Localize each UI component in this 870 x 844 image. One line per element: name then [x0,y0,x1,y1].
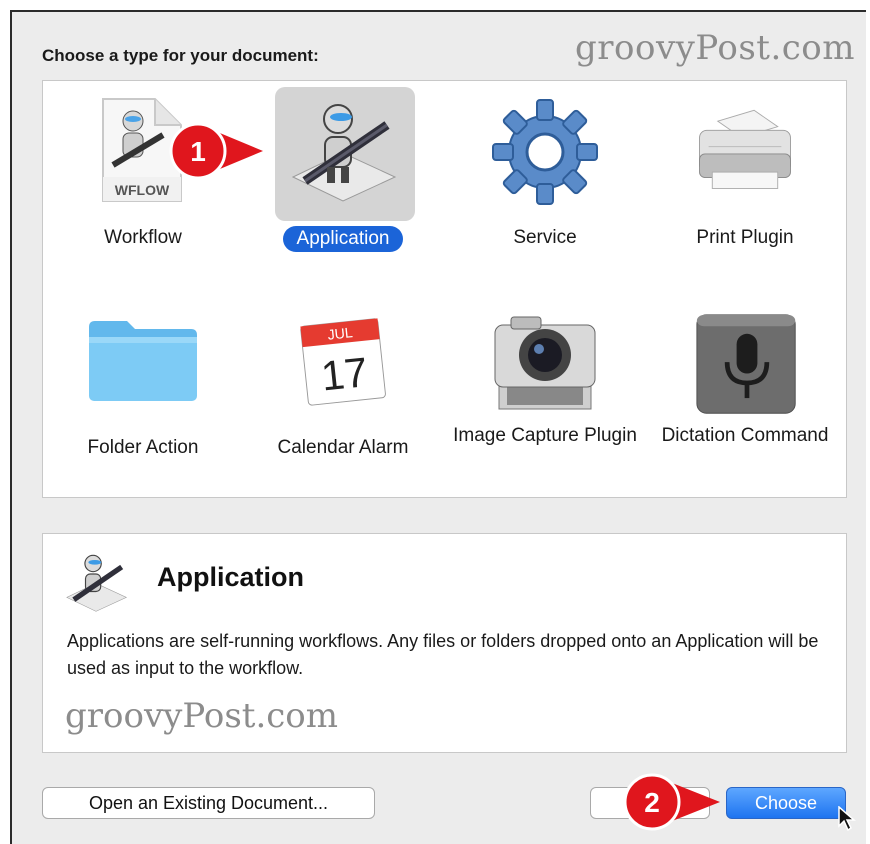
type-service[interactable]: Service [445,81,645,281]
svg-text:1: 1 [190,136,206,167]
folder-icon [89,321,197,401]
printer-icon [699,109,791,189]
callout-2: 2 [623,773,720,831]
mouse-cursor-icon [838,806,856,832]
watermark-bottom: groovyPost.com [65,696,339,736]
type-label: Application [282,226,404,252]
document-type-grid: WFLOW Workflow Application Service Print… [42,80,847,498]
camera-icon [494,316,596,410]
application-icon [66,554,128,612]
gear-icon [492,99,598,205]
dialog-prompt: Choose a type for your document: [42,46,319,65]
open-existing-document-button[interactable]: Open an Existing Document... [42,787,375,819]
type-label: Print Plugin [696,227,794,248]
type-label: Dictation Command [661,425,829,446]
type-folder-action[interactable]: Folder Action [43,291,243,491]
type-label: Workflow [104,227,182,248]
watermark-top: groovyPost.com [575,28,856,68]
type-label: Folder Action [87,437,199,458]
microphone-icon [696,314,796,414]
description-text: Applications are self-running workflows.… [67,631,819,678]
application-icon [291,104,397,202]
description-title: Application [157,562,304,592]
type-print-plugin[interactable]: Print Plugin [645,81,845,281]
type-image-capture-plugin[interactable]: Image Capture Plugin [445,291,645,491]
description-panel: Application Applications are self-runnin… [42,533,847,753]
type-workflow[interactable]: WFLOW Workflow [43,81,243,281]
svg-text:JUL: JUL [327,325,354,344]
type-dictation-command[interactable]: Dictation Command [645,291,845,491]
type-label: Image Capture Plugin [453,425,637,446]
svg-text:WFLOW: WFLOW [115,182,170,198]
svg-text:17: 17 [319,348,370,400]
type-label: Service [513,227,577,248]
svg-text:2: 2 [644,787,660,818]
choose-button[interactable]: Choose [726,787,846,819]
type-calendar-alarm[interactable]: JUL 17 Calendar Alarm [243,291,443,491]
type-label: Calendar Alarm [277,437,409,458]
type-application[interactable]: Application [243,81,443,281]
calendar-icon: JUL 17 [300,318,386,406]
type-label-wrap: Application [243,226,443,252]
callout-1: 1 [169,122,263,180]
